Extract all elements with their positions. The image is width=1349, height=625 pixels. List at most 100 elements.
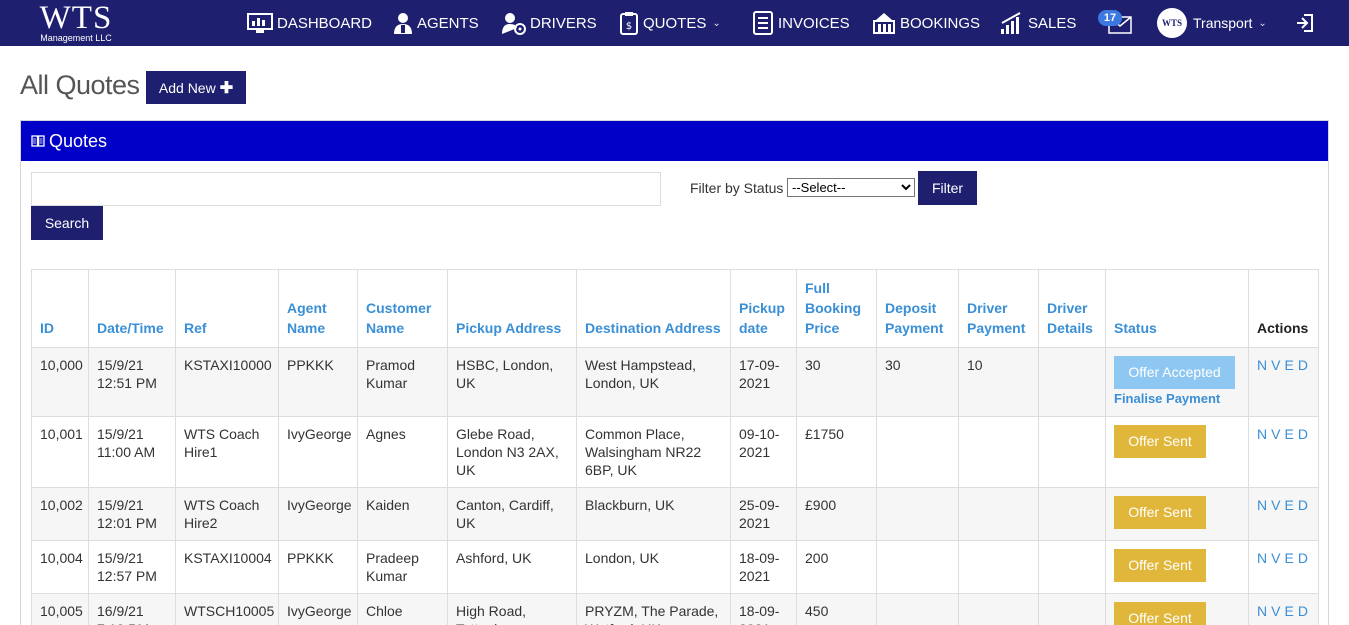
action-edit-link[interactable]: E [1284, 603, 1294, 619]
quotes-table-wrap: ID Date/Time Ref Agent Name Customer Nam… [31, 269, 1319, 625]
col-header[interactable]: Destination Address [576, 269, 731, 348]
cell-driver-details [1038, 416, 1106, 488]
nav-drivers-label: DRIVERS [530, 14, 597, 32]
action-n-link[interactable]: N [1257, 497, 1268, 513]
cell-driver-details [1038, 593, 1106, 625]
book-icon [31, 135, 45, 147]
notifications[interactable]: 17 [1096, 8, 1134, 38]
col-header[interactable]: Driver Details [1038, 269, 1106, 348]
status-badge[interactable]: Offer Sent [1114, 425, 1206, 458]
cell-actions: NVED [1248, 540, 1319, 594]
status-badge[interactable]: Offer Accepted [1114, 356, 1235, 389]
nav-invoices[interactable]: INVOICES [752, 0, 850, 46]
col-header[interactable]: Deposit Payment [876, 269, 959, 348]
avatar: WTS [1157, 8, 1187, 38]
action-view-link[interactable]: V [1271, 497, 1281, 513]
quotes-icon: $ [620, 12, 638, 35]
sales-chart-icon [1001, 12, 1021, 34]
user-menu[interactable]: WTS Transport ⌄ [1157, 8, 1267, 38]
cell-destination: London, UK [576, 540, 731, 594]
col-header: Actions [1248, 269, 1319, 348]
table-row: 10,000 15/9/21 12:51 PM KSTAXI10000 PPKK… [31, 347, 1319, 417]
cell-datetime: 15/9/21 12:57 PM [88, 540, 176, 594]
cell-ref: WTS Coach Hire2 [175, 487, 279, 541]
search-input[interactable] [31, 172, 661, 206]
action-n-link[interactable]: N [1257, 426, 1268, 442]
cell-datetime: 15/9/21 11:00 AM [88, 416, 176, 488]
cell-agent: IvyGeorge [278, 593, 358, 625]
cell-pickup: High Road, Tottenham [447, 593, 577, 625]
col-header[interactable]: Customer Name [357, 269, 448, 348]
col-header[interactable]: Status [1105, 269, 1249, 348]
cell-customer: Pramod Kumar [357, 347, 448, 417]
action-edit-link[interactable]: E [1284, 357, 1294, 373]
cell-ref: KSTAXI10000 [175, 347, 279, 417]
col-header[interactable]: Ref [175, 269, 279, 348]
action-view-link[interactable]: V [1271, 550, 1281, 566]
action-view-link[interactable]: V [1271, 603, 1281, 619]
action-delete-link[interactable]: D [1298, 603, 1309, 619]
status-badge[interactable]: Offer Sent [1114, 496, 1206, 529]
col-header[interactable]: Pickup Address [447, 269, 577, 348]
action-delete-link[interactable]: D [1298, 550, 1309, 566]
plus-icon: ✚ [219, 79, 234, 97]
cell-driver-details [1038, 540, 1106, 594]
action-n-link[interactable]: N [1257, 550, 1268, 566]
filter-button[interactable]: Filter [918, 171, 977, 205]
nav-sales[interactable]: SALES [1000, 0, 1076, 46]
cell-ref: WTS Coach Hire1 [175, 416, 279, 488]
cell-agent: PPKKK [278, 540, 358, 594]
nav-drivers[interactable]: DRIVERS [502, 0, 597, 46]
cell-pickup-date: 18-09-2021 [730, 593, 797, 625]
action-edit-link[interactable]: E [1284, 497, 1294, 513]
table-row: 10,005 16/9/21 7:10 PM WTSCH10005 IvyGeo… [31, 593, 1319, 625]
col-header[interactable]: ID [31, 269, 89, 348]
col-header[interactable]: Pickup date [730, 269, 797, 348]
action-view-link[interactable]: V [1271, 426, 1281, 442]
cell-actions: NVED [1248, 347, 1319, 417]
cell-full-price: 200 [796, 540, 877, 594]
logout-button[interactable] [1296, 13, 1314, 38]
action-n-link[interactable]: N [1257, 603, 1268, 619]
cell-agent: PPKKK [278, 347, 358, 417]
action-edit-link[interactable]: E [1284, 550, 1294, 566]
status-filter-select[interactable]: --Select-- [787, 178, 915, 197]
quotes-panel: Quotes Search Filter by Status --Select-… [20, 120, 1329, 625]
cell-customer: Pradeep Kumar [357, 540, 448, 594]
nav-dashboard[interactable]: DASHBOARD [247, 0, 372, 46]
nav-agents[interactable]: AGENTS [393, 0, 479, 46]
cell-pickup: Glebe Road, London N3 2AX, UK [447, 416, 577, 488]
nav-quotes[interactable]: $ QUOTES ⌄ [619, 0, 721, 46]
action-delete-link[interactable]: D [1298, 426, 1309, 442]
search-button[interactable]: Search [31, 206, 103, 240]
action-edit-link[interactable]: E [1284, 426, 1294, 442]
status-badge[interactable]: Offer Sent [1114, 602, 1206, 625]
finalise-payment-link[interactable]: Finalise Payment [1114, 390, 1240, 408]
logo-text: WTS [39, 0, 113, 36]
status-badge[interactable]: Offer Sent [1114, 549, 1206, 582]
invoice-icon [753, 11, 773, 35]
cell-full-price: £900 [796, 487, 877, 541]
add-new-button[interactable]: Add New ✚ [146, 71, 246, 104]
cell-driver-payment [958, 540, 1039, 594]
action-delete-link[interactable]: D [1298, 357, 1309, 373]
action-delete-link[interactable]: D [1298, 497, 1309, 513]
col-header[interactable]: Date/Time [88, 269, 176, 348]
panel-title: Quotes [49, 130, 108, 151]
cell-destination: Common Place, Walsingham NR22 6BP, UK [576, 416, 731, 488]
action-n-link[interactable]: N [1257, 357, 1268, 373]
col-header[interactable]: Driver Payment [958, 269, 1039, 348]
cell-pickup: Ashford, UK [447, 540, 577, 594]
cell-ref: KSTAXI10004 [175, 540, 279, 594]
page-title: All Quotes [20, 70, 140, 100]
cell-pickup-date: 09-10-2021 [730, 416, 797, 488]
nav-bookings[interactable]: BOOKINGS [872, 0, 980, 46]
brand-logo[interactable]: WTS Management LLC [30, 2, 122, 44]
quotes-table: ID Date/Time Ref Agent Name Customer Nam… [31, 269, 1319, 625]
cell-actions: NVED [1248, 487, 1319, 541]
cell-destination: PRYZM, The Parade, Watford, UK [576, 593, 731, 625]
col-header[interactable]: Agent Name [278, 269, 358, 348]
action-view-link[interactable]: V [1271, 357, 1281, 373]
cell-agent: IvyGeorge [278, 416, 358, 488]
col-header[interactable]: Full Booking Price [796, 269, 877, 348]
